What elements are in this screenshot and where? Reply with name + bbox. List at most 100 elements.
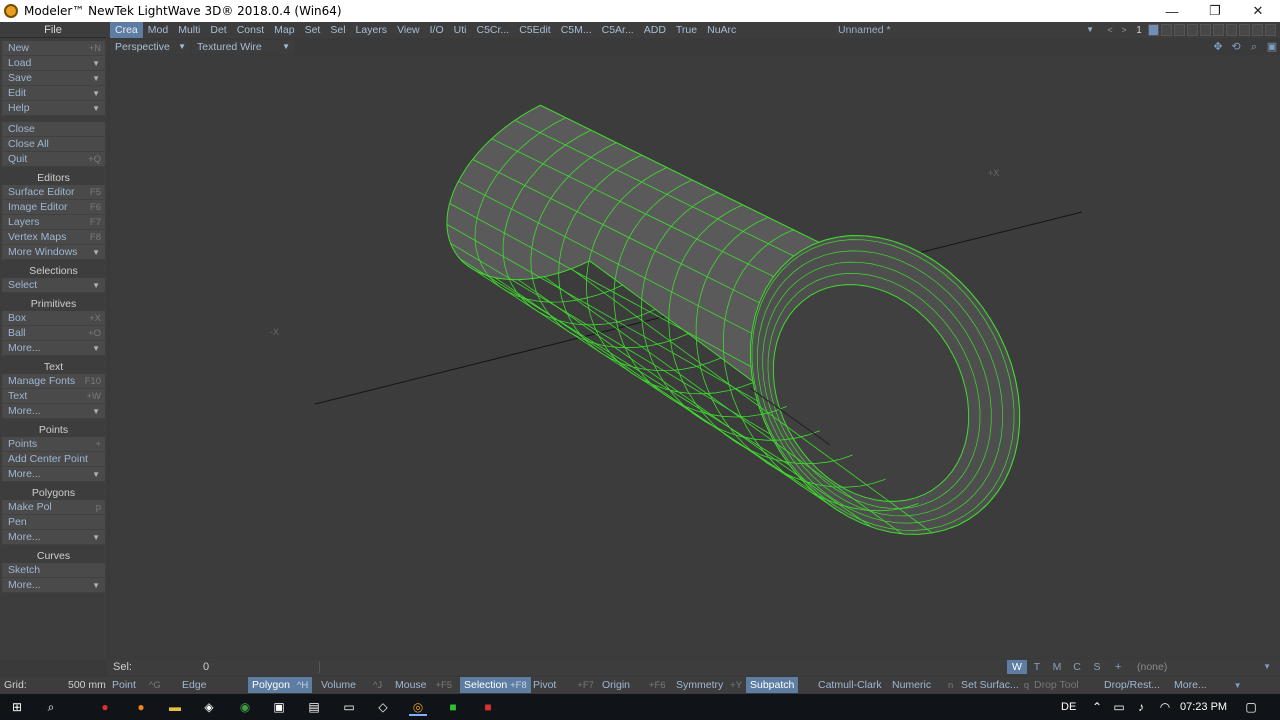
tool-quit-button[interactable]: Quit +Q — [2, 152, 105, 167]
action-center-pivot-button[interactable]: Pivot +F7 — [533, 677, 594, 693]
tool-more-button[interactable]: More... ▼ — [2, 578, 105, 593]
action-center-selection-button[interactable]: Selection +F8 — [460, 677, 531, 693]
app-icon-3[interactable]: ▤ — [305, 698, 323, 716]
drop-restore-button[interactable]: Drop/Rest... — [1104, 677, 1160, 693]
red-app-icon[interactable]: ■ — [479, 698, 497, 716]
tab-crea[interactable]: Crea — [110, 22, 143, 38]
polygon-mode-button[interactable]: Polygon ^H — [248, 677, 313, 693]
tool-manage-fonts-button[interactable]: Manage Fonts F10 — [2, 374, 105, 389]
tab-c5m[interactable]: C5M... — [556, 22, 597, 38]
shading-mode-dropdown[interactable]: Textured Wire ▼ — [192, 40, 294, 54]
tool-make-pol-button[interactable]: Make Pol p — [2, 500, 105, 515]
tool-sketch-button[interactable]: Sketch — [2, 563, 105, 578]
vmap-mode-t-button[interactable]: T — [1027, 660, 1047, 674]
tab-c5cr[interactable]: C5Cr... — [472, 22, 515, 38]
tool-select-button[interactable]: Select ▼ — [2, 278, 105, 293]
tool-new-button[interactable]: New +N — [2, 41, 105, 56]
tool-text-button[interactable]: Text +W — [2, 389, 105, 404]
windows-start-icon[interactable]: ⊞ — [8, 698, 26, 716]
layer-box-5[interactable] — [1200, 24, 1211, 36]
tab-map[interactable]: Map — [269, 22, 299, 38]
tool-more-button[interactable]: More... ▼ — [2, 530, 105, 545]
surface-map-dropdown[interactable]: (none) ▼ — [1133, 660, 1273, 674]
tool-load-button[interactable]: Load ▼ — [2, 56, 105, 71]
tool-surface-editor-button[interactable]: Surface Editor F5 — [2, 185, 105, 200]
layer-name-dropdown[interactable]: Unnamed * ▼ — [834, 23, 1100, 37]
action-center-origin-button[interactable]: Origin +F6 — [602, 677, 666, 693]
close-window-button[interactable]: ✕ — [1236, 0, 1280, 22]
opera-browser-icon[interactable]: ● — [96, 698, 114, 716]
tool-box-button[interactable]: Box +X — [2, 311, 105, 326]
tool-edit-button[interactable]: Edit ▼ — [2, 86, 105, 101]
tool-help-button[interactable]: Help ▼ — [2, 101, 105, 116]
battery-icon[interactable]: ▭ — [1110, 698, 1128, 716]
lightwave-taskbar-icon[interactable]: ◎ — [409, 698, 427, 716]
search-icon[interactable]: ⌕ — [42, 698, 60, 716]
app-icon-5[interactable]: ◇ — [374, 698, 392, 716]
restore-button[interactable]: ❐ — [1193, 0, 1237, 22]
layer-box-10[interactable] — [1265, 24, 1276, 36]
vmap-mode-m-button[interactable]: M — [1047, 660, 1067, 674]
layer-box-6[interactable] — [1213, 24, 1224, 36]
layer-box-2[interactable] — [1161, 24, 1172, 36]
action-center-mouse-button[interactable]: Mouse +F5 — [395, 677, 452, 693]
tab-det[interactable]: Det — [205, 22, 231, 38]
tool-save-button[interactable]: Save ▼ — [2, 71, 105, 86]
prev-layer-button[interactable]: < — [1104, 23, 1116, 37]
zoom-view-icon[interactable]: ⌕ — [1246, 39, 1262, 55]
app-icon-4[interactable]: ▭ — [340, 698, 358, 716]
volume-icon[interactable]: ♪ — [1132, 698, 1150, 716]
tab-sel[interactable]: Sel — [325, 22, 350, 38]
view-mode-dropdown[interactable]: Perspective ▼ — [110, 40, 190, 54]
layer-box-3[interactable] — [1174, 24, 1185, 36]
tab-multi[interactable]: Multi — [173, 22, 205, 38]
tab-add[interactable]: ADD — [639, 22, 671, 38]
tool-more-button[interactable]: More... ▼ — [2, 404, 105, 419]
tool-layers-button[interactable]: Layers F7 — [2, 215, 105, 230]
tool-add-center-point-button[interactable]: Add Center Point — [2, 452, 105, 467]
subpatch-button[interactable]: Subpatch — [746, 677, 799, 693]
tool-points-button[interactable]: Points + — [2, 437, 105, 452]
chrome-icon[interactable]: ◉ — [236, 698, 254, 716]
symmetry-button[interactable]: Symmetry +Y — [676, 677, 742, 693]
tab-mod[interactable]: Mod — [143, 22, 173, 38]
tab-nuarc[interactable]: NuArc — [702, 22, 741, 38]
add-vmap-button[interactable]: + — [1115, 659, 1121, 675]
tab-set[interactable]: Set — [300, 22, 326, 38]
tool-image-editor-button[interactable]: Image Editor F6 — [2, 200, 105, 215]
file-menu-header[interactable]: File — [0, 22, 106, 38]
volume-mode-button[interactable]: Volume ^J — [321, 677, 382, 693]
viewport-canvas[interactable] — [110, 55, 1280, 658]
layer-box-8[interactable] — [1239, 24, 1250, 36]
tool-ball-button[interactable]: Ball +O — [2, 326, 105, 341]
numeric-button[interactable]: Numeric n — [892, 677, 953, 693]
next-layer-button[interactable]: > — [1118, 23, 1130, 37]
tool-pen-button[interactable]: Pen — [2, 515, 105, 530]
drop-tool-button[interactable]: Drop Tool — [1034, 677, 1079, 693]
layer-box-7[interactable] — [1226, 24, 1237, 36]
vmap-mode-c-button[interactable]: C — [1067, 660, 1087, 674]
tool-more-button[interactable]: More... ▼ — [2, 341, 105, 356]
minimize-button[interactable]: — — [1150, 0, 1194, 22]
vmap-mode-w-button[interactable]: W — [1007, 660, 1027, 674]
app-icon-2[interactable]: ▣ — [270, 698, 288, 716]
layer-box-4[interactable] — [1187, 24, 1198, 36]
tool-close-button[interactable]: Close — [2, 122, 105, 137]
set-surface-button[interactable]: Set Surfac... q — [961, 677, 1029, 693]
input-language[interactable]: DE — [1061, 694, 1076, 720]
move-view-icon[interactable]: ✥ — [1210, 39, 1226, 55]
edge-mode-button[interactable]: Edge — [182, 677, 207, 693]
tab-layers[interactable]: Layers — [351, 22, 393, 38]
app-icon-1[interactable]: ◈ — [200, 698, 218, 716]
tab-c5edit[interactable]: C5Edit — [514, 22, 556, 38]
point-mode-button[interactable]: Point ^G — [112, 677, 161, 693]
tab-const[interactable]: Const — [232, 22, 269, 38]
tab-i-o[interactable]: I/O — [425, 22, 449, 38]
tool-more-windows-button[interactable]: More Windows ▼ — [2, 245, 105, 260]
taskbar-clock[interactable]: 07:23 PM — [1180, 694, 1227, 720]
notifications-icon[interactable]: ▢ — [1242, 698, 1260, 716]
layer-box-9[interactable] — [1252, 24, 1263, 36]
maximize-view-icon[interactable]: ▣ — [1264, 39, 1280, 55]
tab-uti[interactable]: Uti — [449, 22, 472, 38]
tab-c5ar[interactable]: C5Ar... — [597, 22, 639, 38]
